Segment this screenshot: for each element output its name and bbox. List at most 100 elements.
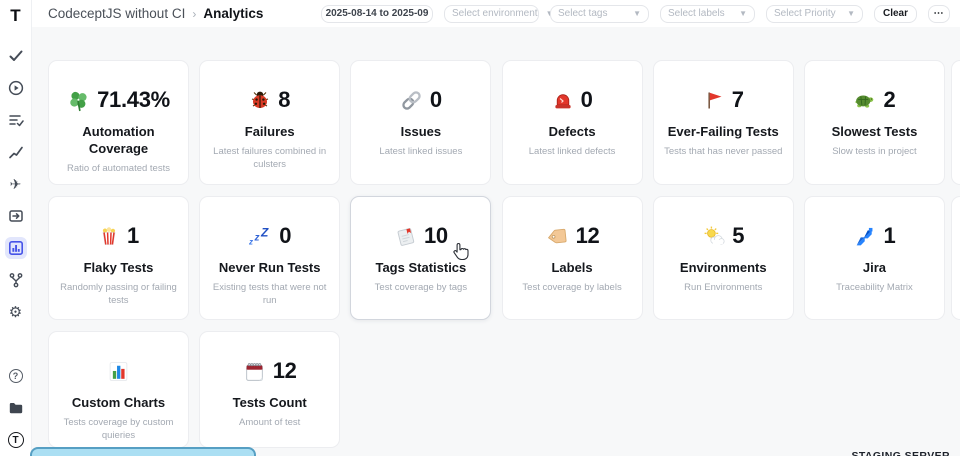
- analytics-card[interactable]: 1 Jira Traceability Matrix: [804, 196, 945, 320]
- sidebar-item-import[interactable]: [5, 205, 27, 227]
- more-options-button[interactable]: ⋯: [928, 5, 950, 23]
- siren-icon: [552, 89, 574, 111]
- card-title: Slowest Tests: [832, 124, 918, 141]
- svg-text:Z: Z: [260, 225, 269, 239]
- analytics-card[interactable]: 12 Labels Test coverage by labels: [502, 196, 643, 320]
- card-subtitle: Slow tests in project: [832, 145, 916, 158]
- analytics-card[interactable]: 71.43% Automation Coverage Ratio of auto…: [48, 60, 189, 185]
- card-title: Ever-Failing Tests: [668, 124, 779, 141]
- flag-icon: [703, 89, 725, 111]
- card-metric-row: 0: [552, 87, 593, 113]
- card-subtitle: Test coverage by tags: [375, 281, 467, 294]
- sidebar-item-account[interactable]: T: [5, 429, 27, 451]
- breadcrumb-project[interactable]: CodeceptJS without CI: [48, 6, 185, 21]
- analytics-card[interactable]: 10 Tags Statistics Test coverage by tags: [350, 196, 491, 320]
- tags-filter-placeholder: Select tags: [558, 8, 607, 19]
- bottom-toast-peek[interactable]: [30, 447, 256, 456]
- bar-chart-icon: [107, 360, 130, 383]
- jira-logo-icon: [853, 225, 876, 248]
- card-metric-row: 10: [394, 223, 448, 249]
- card-subtitle: Ratio of automated tests: [67, 162, 170, 175]
- gear-icon: ⚙: [9, 305, 22, 320]
- sidebar-item-plane[interactable]: ✈: [5, 173, 27, 195]
- card-icon: [249, 89, 271, 111]
- link-icon: [400, 89, 423, 112]
- sidebar-item-runs[interactable]: [5, 77, 27, 99]
- card-subtitle: Tests that has never passed: [664, 145, 782, 158]
- analytics-card[interactable]: 5 Environments Run Environments: [653, 196, 794, 320]
- card-metric-row: 7: [703, 87, 744, 113]
- sidebar-item-pulse[interactable]: [5, 141, 27, 163]
- analytics-card[interactable]: 7 Ever-Failing Tests Tests that has neve…: [653, 60, 794, 185]
- analytics-card[interactable]: Custom Charts Tests coverage by custom q…: [48, 331, 189, 448]
- analytics-card[interactable]: 0 Defects Latest linked defects: [502, 60, 643, 185]
- chevron-down-icon: ▼: [633, 9, 641, 18]
- card-metric-row: z z Z 0: [248, 223, 291, 249]
- page-title: Analytics: [203, 6, 263, 21]
- analytics-card[interactable]: 2 Slowest Tests Slow tests in project: [804, 60, 945, 185]
- card-subtitle: Latest failures combined in culsters: [210, 145, 329, 172]
- analytics-card[interactable]: 1 Flaky Tests Randomly passing or failin…: [48, 196, 189, 320]
- sidebar-item-help[interactable]: ?: [5, 365, 27, 387]
- analytics-card[interactable]: z z Z 0 Never Run Tests Existing tests t…: [199, 196, 340, 320]
- runs-play-icon: [8, 80, 24, 96]
- account-avatar: T: [8, 432, 24, 448]
- card-subtitle: Randomly passing or failing tests: [59, 281, 178, 308]
- breadcrumb-separator: ›: [192, 7, 196, 21]
- card-subtitle: Latest linked defects: [529, 145, 616, 158]
- card-subtitle: Tests coverage by custom quieries: [59, 416, 178, 443]
- card-subtitle: Amount of test: [239, 416, 300, 429]
- analytics-card[interactable]: 0 Issues Latest linked issues: [350, 60, 491, 185]
- labels-filter-select[interactable]: Select labels ▼: [660, 5, 755, 23]
- card-value: 10: [424, 223, 448, 249]
- popcorn-icon: [98, 225, 120, 247]
- card-icon: z z Z: [248, 225, 272, 248]
- date-range-button[interactable]: 2025-08-14 to 2025-09: [321, 5, 433, 23]
- sidebar-item-analytics[interactable]: [5, 237, 27, 259]
- breadcrumb: CodeceptJS without CI › Analytics: [48, 6, 263, 21]
- partial-card-edge: [951, 196, 960, 320]
- folder-icon: [8, 400, 24, 416]
- sidebar-item-test-plans[interactable]: [5, 109, 27, 131]
- card-subtitle: Traceability Matrix: [836, 281, 913, 294]
- card-icon: [243, 360, 266, 383]
- sidebar-item-tests[interactable]: [5, 45, 27, 67]
- sidebar-item-projects[interactable]: [5, 397, 27, 419]
- card-icon: [702, 225, 725, 248]
- clear-filters-button[interactable]: Clear: [874, 5, 917, 23]
- sidebar-item-settings[interactable]: ⚙: [5, 301, 27, 323]
- card-icon: [98, 225, 120, 247]
- card-metric-row: 12: [545, 223, 600, 249]
- partial-card-edge: [951, 60, 960, 185]
- import-box-icon: [8, 208, 24, 224]
- card-icon: [552, 89, 574, 111]
- card-subtitle: Latest linked issues: [379, 145, 462, 158]
- staging-server-label: STAGING SERVER: [851, 450, 950, 456]
- card-title: Failures: [245, 124, 295, 141]
- tags-filter-select[interactable]: Select tags ▼: [550, 5, 649, 23]
- topbar-controls: 2025-08-14 to 2025-09 Select environment…: [321, 5, 950, 23]
- card-value: 1: [883, 223, 895, 249]
- analytics-card[interactable]: 8 Failures Latest failures combined in c…: [199, 60, 340, 185]
- card-title: Never Run Tests: [219, 260, 321, 277]
- analytics-card[interactable]: 12 Tests Count Amount of test: [199, 331, 340, 448]
- app-logo[interactable]: T: [10, 6, 20, 26]
- card-metric-row: 0: [400, 87, 442, 113]
- card-value: 8: [278, 87, 290, 113]
- card-title: Labels: [551, 260, 592, 277]
- card-subtitle: Run Environments: [684, 281, 762, 294]
- help-icon: ?: [9, 369, 23, 383]
- environment-filter-placeholder: Select environment: [452, 8, 538, 19]
- priority-filter-select[interactable]: Select Priority ▼: [766, 5, 863, 23]
- zzz-icon: z z Z: [248, 225, 272, 248]
- sidebar: T ✈ ⚙ ? T: [0, 0, 32, 456]
- environment-filter-select[interactable]: Select environment ▼: [444, 5, 539, 23]
- card-metric-row: 8: [249, 87, 290, 113]
- card-title: Environments: [680, 260, 767, 277]
- card-title: Tags Statistics: [375, 260, 466, 277]
- card-metric-row: 5: [702, 223, 744, 249]
- sidebar-item-branches[interactable]: [5, 269, 27, 291]
- card-value: 71.43%: [97, 87, 170, 113]
- card-icon: [853, 225, 876, 248]
- card-value: 7: [732, 87, 744, 113]
